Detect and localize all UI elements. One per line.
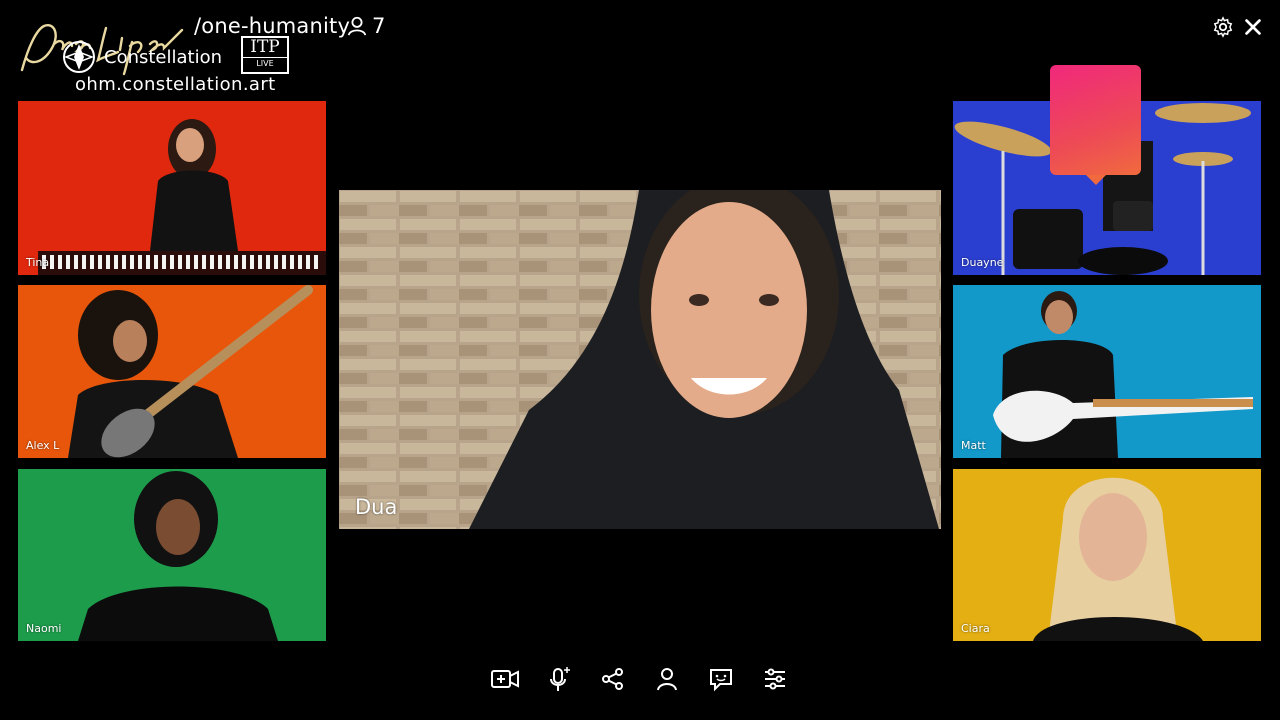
microphone-icon[interactable] [544,664,574,694]
call-toolbar [490,664,790,694]
alex-video-feed [18,285,326,458]
reaction-overlay [1050,65,1141,175]
naomi-video-feed [18,469,326,641]
main-speaker-tile[interactable]: Dua [339,190,941,529]
participant-name: Ciara [961,622,990,635]
participant-name: Duayne [961,256,1004,269]
close-icon[interactable] [1242,16,1264,38]
main-speaker-video-feed [339,190,941,529]
user-icon [347,16,367,36]
user-icon[interactable] [652,664,682,694]
participant-count-value: 7 [372,14,386,38]
participant-name: Matt [961,439,986,452]
video-tile-ciara[interactable]: Ciara [953,469,1261,641]
ciara-video-feed [953,469,1261,641]
constellation-logo-icon [63,41,95,73]
video-tile-matt[interactable]: Matt [953,285,1261,458]
matt-video-feed [953,285,1261,458]
settings-sliders-icon[interactable] [760,664,790,694]
itp-logo-sub: LIVE [243,57,287,70]
video-tile-naomi[interactable]: Naomi [18,469,326,641]
event-url[interactable]: ohm.constellation.art [75,74,276,95]
participant-name: Alex L [26,439,60,452]
participant-name: Tina [26,256,50,269]
room-title: /one-humanity [194,14,351,38]
video-tile-alex[interactable]: Alex L [18,285,326,458]
participant-name: Naomi [26,622,62,635]
tina-video-feed [18,101,326,275]
video-camera-icon[interactable] [490,664,520,694]
window-controls [1212,16,1264,38]
gear-icon[interactable] [1212,16,1234,38]
video-tile-tina[interactable]: Tina [18,101,326,275]
constellation-brand: Constellation [62,40,222,74]
share-icon[interactable] [598,664,628,694]
participant-count[interactable]: 7 [346,14,385,38]
brand-label: Constellation [104,46,223,68]
chat-icon[interactable] [706,664,736,694]
itp-live-logo: ITP LIVE [241,36,289,74]
itp-logo-text: ITP [250,37,280,57]
main-speaker-name: Dua [355,495,398,519]
